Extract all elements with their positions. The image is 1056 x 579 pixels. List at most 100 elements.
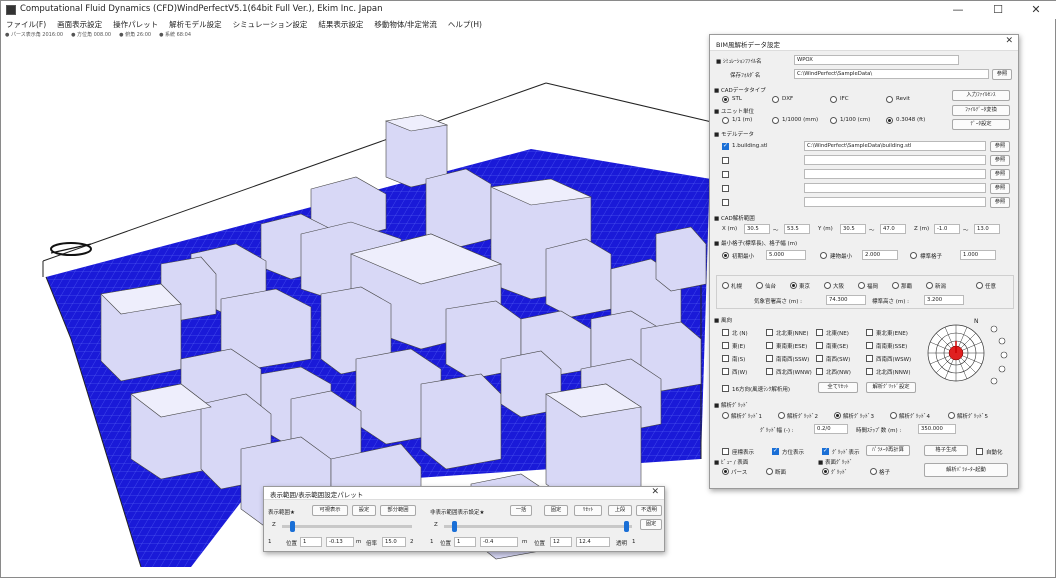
- model-row-path[interactable]: [804, 183, 986, 193]
- unit-ft-radio[interactable]: [886, 117, 893, 124]
- ref-height-field[interactable]: 3.200: [924, 295, 964, 305]
- dir16-checkbox[interactable]: [722, 385, 729, 392]
- visible-display-button[interactable]: 可視表示: [312, 505, 348, 516]
- param-recalc-button[interactable]: ﾊﾟﾗﾒｰﾀ再計算: [866, 445, 910, 456]
- bulk-button[interactable]: 一括: [510, 505, 532, 516]
- model-row-path[interactable]: [804, 197, 986, 207]
- view-section-radio[interactable]: [766, 468, 773, 475]
- generate-grid-button[interactable]: 格子生成: [924, 445, 968, 456]
- unit-mm-radio[interactable]: [772, 117, 779, 124]
- wind-dir-checkbox[interactable]: [816, 329, 823, 336]
- wind-dir-checkbox[interactable]: [816, 355, 823, 362]
- wind-dir-checkbox[interactable]: [816, 342, 823, 349]
- wind-compass-icon[interactable]: N: [924, 315, 1018, 393]
- menu-moving[interactable]: 移動物体/非定常流: [374, 19, 437, 31]
- partial-range-button[interactable]: 部分範囲: [380, 505, 416, 516]
- region-niigata-radio[interactable]: [926, 282, 933, 289]
- ref-wind-field[interactable]: 74.300: [826, 295, 866, 305]
- wind-dir-checkbox[interactable]: [766, 342, 773, 349]
- wind-dir-checkbox[interactable]: [766, 329, 773, 336]
- fix-button[interactable]: 固定: [544, 505, 568, 516]
- y-min-field[interactable]: 30.5: [840, 224, 866, 234]
- auto-checkbox[interactable]: [976, 448, 983, 455]
- y-max-field[interactable]: 47.0: [880, 224, 906, 234]
- x-min-field[interactable]: 30.5: [744, 224, 770, 234]
- model-row-checkbox[interactable]: [722, 199, 729, 206]
- grid-1-radio[interactable]: [722, 412, 729, 419]
- wind-dir-checkbox[interactable]: [866, 342, 873, 349]
- range-slider-2-thumb-end[interactable]: [624, 521, 629, 532]
- model-row-path[interactable]: C:\WindPerfect\SampleData\building.stl: [804, 141, 986, 151]
- maximize-button[interactable]: ☐: [981, 1, 1015, 19]
- mesh-building-radio[interactable]: [820, 252, 827, 259]
- model-row-checkbox[interactable]: [722, 157, 729, 164]
- region-sendai-radio[interactable]: [756, 282, 763, 289]
- unit-m-radio[interactable]: [722, 117, 729, 124]
- model-row-checkbox[interactable]: [722, 171, 729, 178]
- compass-setting-button[interactable]: 解析ｸﾞﾘｯﾄﾞ設定: [866, 382, 916, 393]
- save-folder-field[interactable]: C:\WindPerfect\SampleData\: [794, 69, 989, 79]
- model-row-browse-button[interactable]: 参照: [990, 197, 1010, 208]
- value-field-1[interactable]: -0.13: [326, 537, 354, 547]
- wind-dir-checkbox[interactable]: [866, 368, 873, 375]
- region-fukuoka-radio[interactable]: [858, 282, 865, 289]
- x-max-field[interactable]: 53.5: [784, 224, 810, 234]
- surface-cell-radio[interactable]: [870, 468, 877, 475]
- model-row-checkbox[interactable]: [722, 142, 729, 150]
- wind-dir-checkbox[interactable]: [816, 368, 823, 375]
- grid-4-radio[interactable]: [890, 412, 897, 419]
- region-custom-radio[interactable]: [976, 282, 983, 289]
- minimize-button[interactable]: —: [941, 1, 975, 19]
- model-row-browse-button[interactable]: 参照: [990, 155, 1010, 166]
- z-min-field[interactable]: -1.0: [934, 224, 960, 234]
- close-button[interactable]: ✕: [1019, 1, 1053, 19]
- range-slider-2-thumb[interactable]: [452, 521, 457, 532]
- menu-palette[interactable]: 操作パレット: [113, 19, 158, 31]
- show-grid-checkbox[interactable]: [822, 447, 829, 455]
- model-row-path[interactable]: [804, 169, 986, 179]
- time-steps-field[interactable]: 350.000: [918, 424, 956, 434]
- cad-type-dxf-radio[interactable]: [772, 96, 779, 103]
- model-row-browse-button[interactable]: 参照: [990, 183, 1010, 194]
- import-file-button[interactable]: 入力ﾌｧｲﾙｾﾝｽ: [952, 90, 1010, 101]
- cad-type-revit-radio[interactable]: [886, 96, 893, 103]
- position-field-3[interactable]: 12: [550, 537, 572, 547]
- value-field-3[interactable]: 12.4: [576, 537, 610, 547]
- mesh-initial-radio[interactable]: [722, 252, 729, 259]
- cad-type-ifc-radio[interactable]: [830, 96, 837, 103]
- grid-width-field[interactable]: 0.2/0: [814, 424, 848, 434]
- show-compass-checkbox[interactable]: [772, 447, 779, 455]
- browse-folder-button[interactable]: 参照: [992, 69, 1012, 80]
- model-row-browse-button[interactable]: 参照: [990, 141, 1010, 152]
- value-field-2[interactable]: -0.4: [480, 537, 518, 547]
- run-analysis-button[interactable]: 解析ﾊﾟﾗﾒｰﾀｰ起動: [924, 463, 1008, 477]
- palette-close-icon[interactable]: ✕: [651, 487, 659, 497]
- wind-dir-checkbox[interactable]: [866, 329, 873, 336]
- show-coords-checkbox[interactable]: [722, 448, 729, 455]
- mesh-building-field[interactable]: 2.000: [862, 250, 898, 260]
- menu-file[interactable]: ファイル(F): [6, 19, 46, 31]
- model-row-checkbox[interactable]: [722, 185, 729, 192]
- region-sapporo-radio[interactable]: [722, 282, 729, 289]
- wind-dir-checkbox[interactable]: [722, 355, 729, 362]
- view-perspective-radio[interactable]: [722, 468, 729, 475]
- model-row-path[interactable]: [804, 155, 986, 165]
- range-slider-1[interactable]: [282, 525, 412, 528]
- model-row-browse-button[interactable]: 参照: [990, 169, 1010, 180]
- wind-dir-checkbox[interactable]: [722, 342, 729, 349]
- wind-dir-checkbox[interactable]: [766, 355, 773, 362]
- cad-type-stl-radio[interactable]: [722, 96, 729, 103]
- menu-results[interactable]: 結果表示設定: [318, 19, 363, 31]
- position-field-2[interactable]: 1: [454, 537, 476, 547]
- opaque-button[interactable]: 不透明: [636, 505, 662, 516]
- mesh-initial-field[interactable]: 5.000: [766, 250, 806, 260]
- palette-setting-button[interactable]: 設定: [352, 505, 376, 516]
- select-all-button[interactable]: 全てﾘｾｯﾄ: [818, 382, 858, 393]
- grid-3-radio[interactable]: [834, 412, 841, 419]
- mesh-standard-field[interactable]: 1.000: [960, 250, 996, 260]
- file-convert-button[interactable]: ﾌｧｲﾙﾃﾞｰﾀ変換: [952, 105, 1010, 116]
- project-name-field[interactable]: WPOX: [794, 55, 959, 65]
- bim-close-icon[interactable]: ✕: [1005, 36, 1013, 46]
- wind-dir-checkbox[interactable]: [866, 355, 873, 362]
- grid-2-radio[interactable]: [778, 412, 785, 419]
